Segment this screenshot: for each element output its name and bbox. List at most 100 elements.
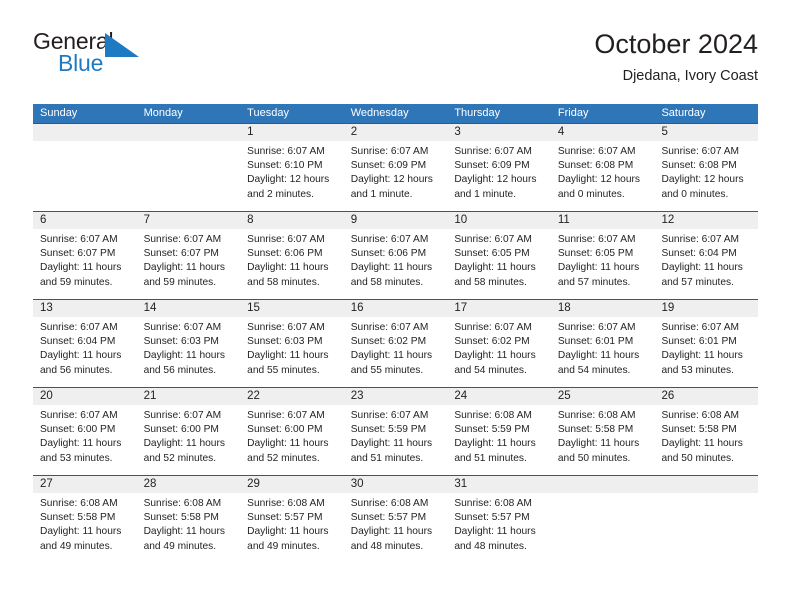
daylight-text-line1: Daylight: 12 hours xyxy=(454,174,537,186)
day-cell[interactable] xyxy=(550,476,655,563)
day-cell[interactable]: 5 Sunrise: 6:07 AM Sunset: 6:08 PM Dayli… xyxy=(654,124,759,211)
day-cell[interactable]: 14 Sunrise: 6:07 AM Sunset: 6:03 PM Dayl… xyxy=(136,300,241,387)
day-details xyxy=(33,141,137,145)
day-details: Sunrise: 6:08 AM Sunset: 5:57 PM Dayligh… xyxy=(344,493,448,554)
day-number xyxy=(654,476,759,493)
sunset-text: Sunset: 6:10 PM xyxy=(247,160,323,172)
day-details: Sunrise: 6:07 AM Sunset: 6:02 PM Dayligh… xyxy=(447,317,551,378)
day-cell[interactable]: 11 Sunrise: 6:07 AM Sunset: 6:05 PM Dayl… xyxy=(550,212,655,299)
day-cell[interactable]: 17 Sunrise: 6:07 AM Sunset: 6:02 PM Dayl… xyxy=(447,300,551,387)
day-details: Sunrise: 6:07 AM Sunset: 6:09 PM Dayligh… xyxy=(447,141,551,202)
day-details: Sunrise: 6:07 AM Sunset: 6:07 PM Dayligh… xyxy=(137,229,241,290)
day-cell[interactable]: 26 Sunrise: 6:08 AM Sunset: 5:58 PM Dayl… xyxy=(654,388,759,475)
sunset-text: Sunset: 5:58 PM xyxy=(557,424,634,436)
day-details: Sunrise: 6:07 AM Sunset: 6:03 PM Dayligh… xyxy=(137,317,241,378)
day-cell[interactable]: 2 Sunrise: 6:07 AM Sunset: 6:09 PM Dayli… xyxy=(343,124,448,211)
daylight-text-line1: Daylight: 11 hours xyxy=(40,438,122,450)
day-cell[interactable] xyxy=(654,476,759,563)
daylight-text-line2: and 50 minutes. xyxy=(661,452,734,464)
day-details: Sunrise: 6:08 AM Sunset: 5:58 PM Dayligh… xyxy=(137,493,241,554)
day-cell[interactable]: 13 Sunrise: 6:07 AM Sunset: 6:04 PM Dayl… xyxy=(33,300,137,387)
sunset-text: Sunset: 5:58 PM xyxy=(661,424,737,436)
day-cell[interactable]: 23 Sunrise: 6:07 AM Sunset: 5:59 PM Dayl… xyxy=(343,388,448,475)
daylight-text-line2: and 54 minutes. xyxy=(454,364,527,376)
day-cell[interactable]: 16 Sunrise: 6:07 AM Sunset: 6:02 PM Dayl… xyxy=(343,300,448,387)
day-cell[interactable]: 25 Sunrise: 6:08 AM Sunset: 5:58 PM Dayl… xyxy=(550,388,655,475)
day-number: 19 xyxy=(654,300,759,317)
daylight-text-line2: and 59 minutes. xyxy=(143,276,217,288)
sunset-text: Sunset: 5:59 PM xyxy=(454,424,530,436)
day-cell[interactable]: 20 Sunrise: 6:07 AM Sunset: 6:00 PM Dayl… xyxy=(33,388,137,475)
day-details: Sunrise: 6:07 AM Sunset: 6:03 PM Dayligh… xyxy=(240,317,344,378)
daylight-text-line1: Daylight: 12 hours xyxy=(557,174,641,186)
day-cell[interactable]: 10 Sunrise: 6:07 AM Sunset: 6:05 PM Dayl… xyxy=(447,212,551,299)
sunrise-text: Sunrise: 6:07 AM xyxy=(40,322,118,333)
day-details: Sunrise: 6:08 AM Sunset: 5:57 PM Dayligh… xyxy=(240,493,344,554)
day-number: 8 xyxy=(240,212,344,229)
sunset-text: Sunset: 6:05 PM xyxy=(454,248,530,260)
day-cell[interactable]: 27 Sunrise: 6:08 AM Sunset: 5:58 PM Dayl… xyxy=(33,476,137,563)
sunset-text: Sunset: 6:09 PM xyxy=(454,160,530,172)
day-cell[interactable]: 31 Sunrise: 6:08 AM Sunset: 5:57 PM Dayl… xyxy=(447,476,551,563)
sunrise-text: Sunrise: 6:08 AM xyxy=(350,498,429,509)
daylight-text-line1: Daylight: 11 hours xyxy=(350,438,433,450)
day-details: Sunrise: 6:07 AM Sunset: 6:01 PM Dayligh… xyxy=(551,317,655,378)
title-block: October 2024 Djedana, Ivory Coast xyxy=(594,28,758,86)
day-details: Sunrise: 6:07 AM Sunset: 6:09 PM Dayligh… xyxy=(344,141,448,202)
daylight-text-line1: Daylight: 11 hours xyxy=(247,262,329,274)
sunrise-text: Sunrise: 6:07 AM xyxy=(247,322,325,333)
sunset-text: Sunset: 6:07 PM xyxy=(143,248,219,260)
daylight-text-line1: Daylight: 11 hours xyxy=(454,526,536,538)
day-number: 12 xyxy=(654,212,759,229)
day-number: 24 xyxy=(447,388,551,405)
day-details: Sunrise: 6:07 AM Sunset: 6:08 PM Dayligh… xyxy=(551,141,655,202)
brand-logo[interactable]: General Blue xyxy=(33,28,213,86)
sunrise-text: Sunrise: 6:07 AM xyxy=(40,410,118,421)
day-cell[interactable]: 8 Sunrise: 6:07 AM Sunset: 6:06 PM Dayli… xyxy=(240,212,344,299)
daylight-text-line2: and 53 minutes. xyxy=(40,452,113,464)
day-cell[interactable]: 4 Sunrise: 6:07 AM Sunset: 6:08 PM Dayli… xyxy=(550,124,655,211)
sunrise-text: Sunrise: 6:07 AM xyxy=(247,234,325,245)
day-cell[interactable] xyxy=(136,124,241,211)
day-details: Sunrise: 6:07 AM Sunset: 6:00 PM Dayligh… xyxy=(33,405,137,466)
sunrise-text: Sunrise: 6:07 AM xyxy=(143,322,222,333)
day-cell[interactable]: 7 Sunrise: 6:07 AM Sunset: 6:07 PM Dayli… xyxy=(136,212,241,299)
day-details xyxy=(551,493,655,497)
day-cell[interactable]: 15 Sunrise: 6:07 AM Sunset: 6:03 PM Dayl… xyxy=(240,300,344,387)
day-cell[interactable]: 19 Sunrise: 6:07 AM Sunset: 6:01 PM Dayl… xyxy=(654,300,759,387)
sunrise-text: Sunrise: 6:07 AM xyxy=(247,410,325,421)
day-cell[interactable]: 24 Sunrise: 6:08 AM Sunset: 5:59 PM Dayl… xyxy=(447,388,551,475)
day-number: 31 xyxy=(447,476,551,493)
daylight-text-line1: Daylight: 11 hours xyxy=(143,438,225,450)
day-details: Sunrise: 6:07 AM Sunset: 6:06 PM Dayligh… xyxy=(240,229,344,290)
sunrise-text: Sunrise: 6:07 AM xyxy=(557,234,636,245)
weekday-header-row: Sunday Monday Tuesday Wednesday Thursday… xyxy=(33,104,758,123)
sunrise-text: Sunrise: 6:07 AM xyxy=(143,410,222,421)
day-details: Sunrise: 6:08 AM Sunset: 5:58 PM Dayligh… xyxy=(33,493,137,554)
sunset-text: Sunset: 5:57 PM xyxy=(454,512,530,524)
day-details: Sunrise: 6:07 AM Sunset: 6:05 PM Dayligh… xyxy=(551,229,655,290)
day-cell[interactable]: 1 Sunrise: 6:07 AM Sunset: 6:10 PM Dayli… xyxy=(240,124,344,211)
week-row: 27 Sunrise: 6:08 AM Sunset: 5:58 PM Dayl… xyxy=(33,475,759,563)
day-cell[interactable]: 22 Sunrise: 6:07 AM Sunset: 6:00 PM Dayl… xyxy=(240,388,344,475)
day-details: Sunrise: 6:07 AM Sunset: 6:06 PM Dayligh… xyxy=(344,229,448,290)
sunset-text: Sunset: 6:02 PM xyxy=(350,336,427,348)
daylight-text-line2: and 58 minutes. xyxy=(350,276,424,288)
day-cell[interactable]: 28 Sunrise: 6:08 AM Sunset: 5:58 PM Dayl… xyxy=(136,476,241,563)
day-cell[interactable]: 9 Sunrise: 6:07 AM Sunset: 6:06 PM Dayli… xyxy=(343,212,448,299)
day-cell[interactable]: 18 Sunrise: 6:07 AM Sunset: 6:01 PM Dayl… xyxy=(550,300,655,387)
daylight-text-line2: and 50 minutes. xyxy=(557,452,631,464)
day-cell[interactable]: 30 Sunrise: 6:08 AM Sunset: 5:57 PM Dayl… xyxy=(343,476,448,563)
sunset-text: Sunset: 6:01 PM xyxy=(557,336,634,348)
day-cell[interactable] xyxy=(33,124,137,211)
sunrise-text: Sunrise: 6:08 AM xyxy=(247,498,325,509)
day-cell[interactable]: 12 Sunrise: 6:07 AM Sunset: 6:04 PM Dayl… xyxy=(654,212,759,299)
day-number: 29 xyxy=(240,476,344,493)
day-cell[interactable]: 21 Sunrise: 6:07 AM Sunset: 6:00 PM Dayl… xyxy=(136,388,241,475)
day-cell[interactable]: 3 Sunrise: 6:07 AM Sunset: 6:09 PM Dayli… xyxy=(447,124,551,211)
day-details: Sunrise: 6:07 AM Sunset: 6:07 PM Dayligh… xyxy=(33,229,137,290)
day-cell[interactable]: 29 Sunrise: 6:08 AM Sunset: 5:57 PM Dayl… xyxy=(240,476,344,563)
daylight-text-line1: Daylight: 11 hours xyxy=(661,262,743,274)
day-cell[interactable]: 6 Sunrise: 6:07 AM Sunset: 6:07 PM Dayli… xyxy=(33,212,137,299)
daylight-text-line2: and 49 minutes. xyxy=(143,540,217,552)
